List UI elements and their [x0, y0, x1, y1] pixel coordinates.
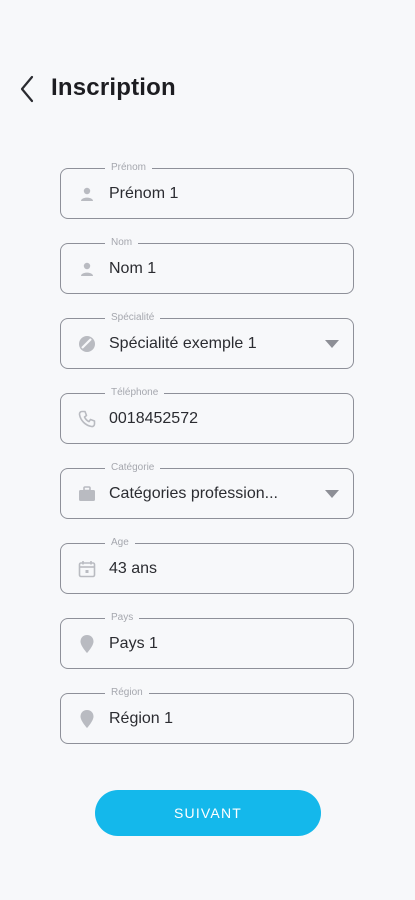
phone-field[interactable]: Téléphone 0018452572 [60, 387, 354, 444]
header: Inscription [0, 62, 415, 118]
location-pin-icon [77, 709, 97, 729]
field-label: Téléphone [105, 387, 165, 399]
field-value[interactable]: Prénom 1 [109, 184, 178, 204]
field-value[interactable]: Spécialité exemple 1 [109, 334, 257, 354]
field-value[interactable]: Pays 1 [109, 634, 158, 654]
specialty-icon [77, 334, 97, 354]
specialty-select[interactable]: Spécialité Spécialité exemple 1 [60, 312, 354, 369]
chevron-down-icon[interactable] [325, 490, 339, 498]
back-button[interactable] [12, 72, 42, 106]
next-button[interactable]: SUIVANT [95, 790, 321, 836]
field-value[interactable]: 43 ans [109, 559, 157, 579]
user-icon [77, 259, 97, 279]
calendar-icon [77, 559, 97, 579]
field-label: Nom [105, 237, 139, 249]
page-title: Inscription [51, 74, 176, 101]
location-pin-icon [77, 634, 97, 654]
first-name-field[interactable]: Prénom Prénom 1 [60, 162, 354, 219]
field-value[interactable]: Catégories profession... [109, 484, 278, 504]
country-field[interactable]: Pays Pays 1 [60, 612, 354, 669]
field-value[interactable]: Région 1 [109, 709, 173, 729]
field-label: Spécialité [105, 312, 161, 324]
field-label: Région [105, 687, 149, 699]
field-label: Pays [105, 612, 140, 624]
field-label: Catégorie [105, 462, 161, 474]
field-label: Age [105, 537, 135, 549]
age-field[interactable]: Age 43 ans [60, 537, 354, 594]
field-value[interactable]: 0018452572 [109, 409, 198, 429]
phone-icon [77, 409, 97, 429]
region-field[interactable]: Région Région 1 [60, 687, 354, 744]
user-icon [77, 184, 97, 204]
field-value[interactable]: Nom 1 [109, 259, 156, 279]
chevron-down-icon[interactable] [325, 340, 339, 348]
last-name-field[interactable]: Nom Nom 1 [60, 237, 354, 294]
briefcase-icon [77, 484, 97, 504]
field-label: Prénom [105, 162, 153, 174]
category-select[interactable]: Catégorie Catégories profession... [60, 462, 354, 519]
chevron-left-icon [20, 75, 34, 103]
